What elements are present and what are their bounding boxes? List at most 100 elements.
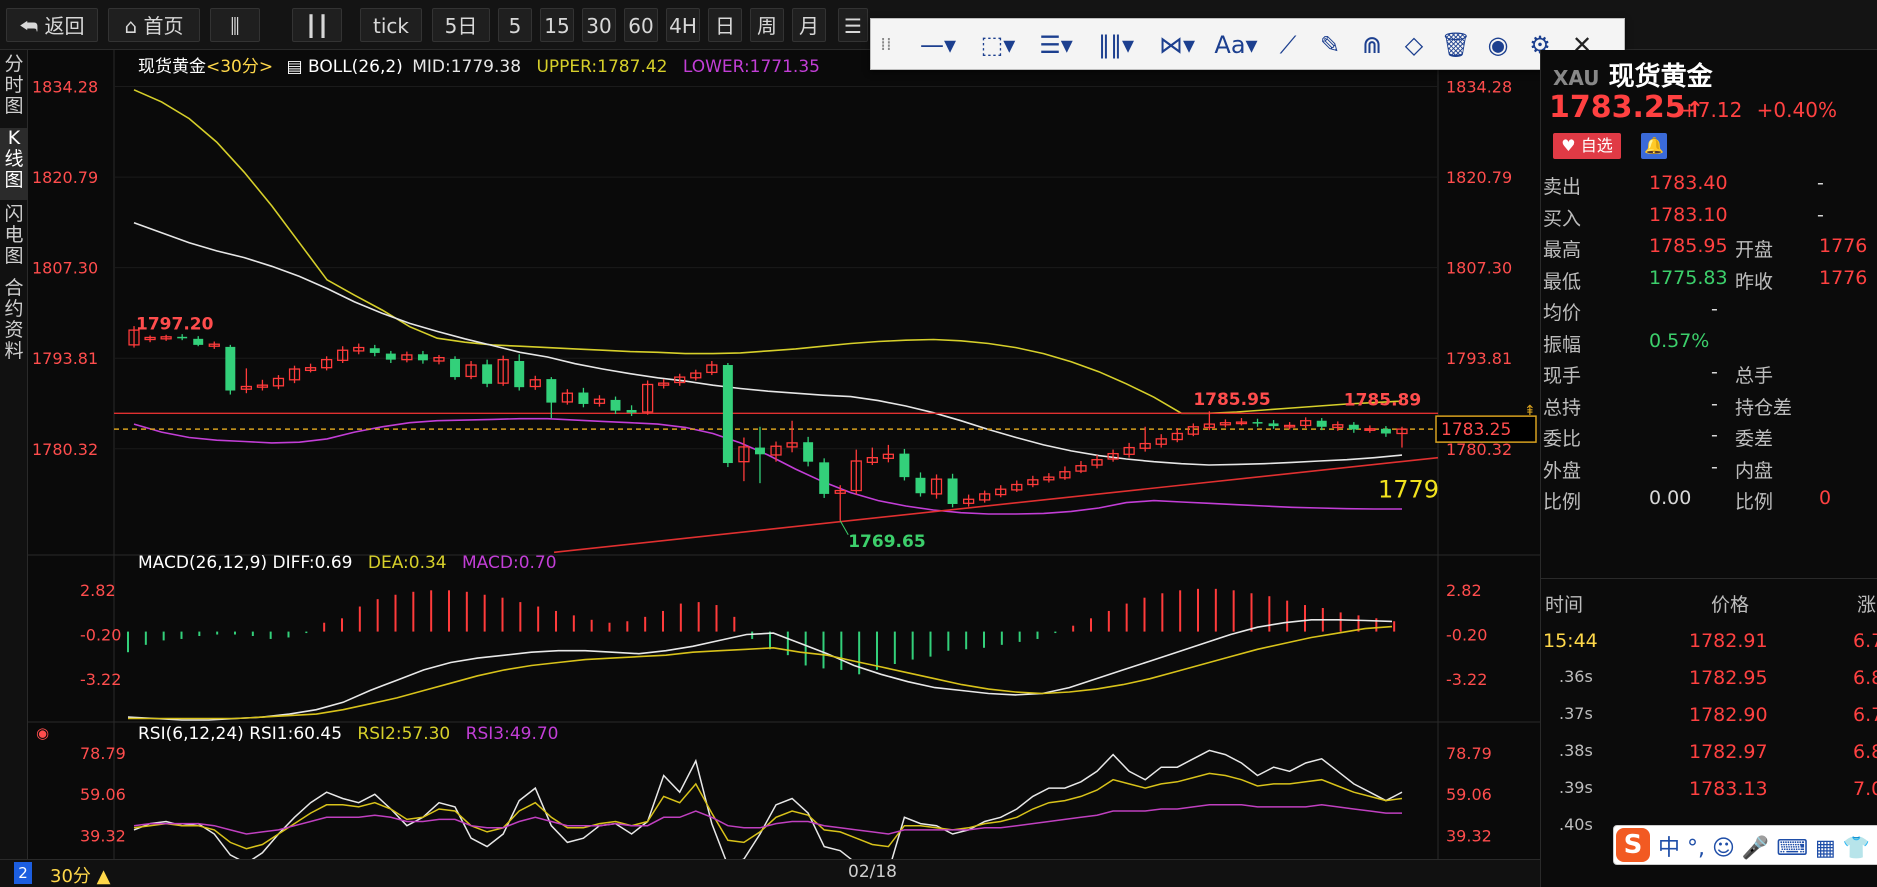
candle-body-down [1380, 428, 1391, 434]
alert-bell-button[interactable]: 🔔 [1641, 133, 1667, 159]
period-60[interactable]: 60 [624, 8, 658, 42]
home-icon: ⌂ [124, 14, 144, 38]
line-chart-button[interactable]: ⫼ [210, 8, 260, 42]
quote-value: 1775.83 [1649, 266, 1728, 289]
grip-icon[interactable]: ⁞⁞ [877, 28, 895, 62]
period-30[interactable]: 30 [582, 8, 616, 42]
pattern-tool-icon[interactable]: ⋈▾ [1149, 28, 1205, 62]
period-day[interactable]: 日 [708, 8, 742, 42]
quote-value: 1783.10 [1649, 203, 1728, 226]
channel-tool-icon[interactable]: ‖‖▾ [1089, 28, 1143, 62]
y-tick-right: 1793.81 [1446, 349, 1512, 368]
list-icon: ☰ [844, 14, 862, 38]
macd-dea-line [128, 625, 1393, 720]
period-indicator[interactable]: 30分 ▲ [50, 862, 110, 887]
chart-svg[interactable]: 1834.28 1834.28 1820.79 1820.79 1807.30 1807.… [28, 50, 1540, 887]
back-button[interactable]: ⮪ 返回 [6, 8, 98, 42]
period-month[interactable]: 月 [792, 8, 826, 42]
candle-body-down [1252, 422, 1263, 424]
macd-diff-line [127, 619, 1393, 721]
bell-icon: 🔔 [1644, 136, 1664, 155]
period-4h[interactable]: 4H [666, 8, 700, 42]
ime-logo-icon: S [1616, 828, 1650, 862]
boll-lower-line [133, 417, 1402, 515]
period-tick[interactable]: tick [360, 8, 422, 42]
trash-icon[interactable]: 🗑 [1439, 28, 1473, 62]
rsi-y-tick-right: 59.06 [1446, 785, 1492, 804]
tab-flash[interactable]: 闪电图 [0, 204, 28, 274]
ime-toolbar[interactable]: S 中 °, ☺ 🎤 ⌨ ▦ 👕 [1613, 825, 1877, 865]
candle-body-down [546, 379, 557, 403]
y-tick-right: 1834.28 [1446, 78, 1512, 97]
y-tick-left: 1793.81 [32, 349, 98, 368]
candle-body-down [225, 346, 236, 391]
window-badge[interactable]: 2 [14, 862, 32, 884]
pen-icon[interactable]: ✎ [1313, 28, 1347, 62]
high-annotation-right-2: 1785.89 [1344, 390, 1421, 410]
trading-app: ⮪ 返回 ⌂ 首页 ⫼ ┃┃ tick 5日 5 15 30 60 4H 日 周… [0, 0, 1877, 887]
ruler-icon[interactable]: ⟋ [1271, 28, 1305, 62]
ticks-header-time: 时间 [1545, 594, 1584, 616]
bottom-bar: 2 30分 ▲ 02/18 [0, 859, 1540, 887]
rsi-settings-icon[interactable]: ◉ [36, 724, 49, 742]
left-tabs: 分时图 K线图 闪电图 合约资料 [0, 50, 28, 887]
tick-price: 1782.90 [1689, 704, 1768, 726]
main-chart-header: 现货黄金<30分> ▤ BOLL(26,2) MID:1779.38 UPPER… [138, 57, 820, 77]
candle-body-down [385, 353, 396, 360]
tick-vol: 6.8 [1853, 667, 1877, 689]
quote-value: - [1711, 424, 1718, 446]
quote-label: 比例 [1543, 491, 1582, 513]
tab-contract-info[interactable]: 合约资料 [0, 278, 28, 370]
boll-upper-line [133, 89, 1403, 415]
quote-label: 买入 [1543, 207, 1582, 230]
high-annotation-left: 1797.20 [136, 314, 214, 334]
quote-value: - [1711, 298, 1718, 320]
period-5[interactable]: 5 [498, 8, 532, 42]
line-tool-icon[interactable]: —▾ [909, 28, 967, 62]
text-tool-icon[interactable]: Aa▾ [1209, 28, 1263, 62]
quote-value: - [1711, 392, 1718, 415]
candle-body-down [177, 336, 188, 339]
quote-value-2: 1776 [1819, 266, 1868, 289]
candle-body-down [915, 477, 926, 494]
period-week[interactable]: 周 [750, 8, 784, 42]
heart-icon: ♥ [1561, 136, 1576, 155]
tick-price: 1782.91 [1689, 630, 1768, 652]
rsi-y-tick-left: 39.32 [80, 826, 126, 845]
tick-vol: 6.7 [1853, 630, 1877, 652]
candle-chart-icon: ┃┃ [304, 14, 330, 38]
list-menu-button[interactable]: ☰ [838, 8, 868, 42]
quote-value-2: - [1817, 172, 1824, 194]
quote-label: 现手 [1543, 365, 1582, 387]
candle-body-down [482, 364, 493, 384]
shape-tool-icon[interactable]: ⬚▾ [971, 28, 1025, 62]
quote-label-2: 持仓差 [1735, 396, 1793, 419]
y-tick-left: 1834.28 [32, 78, 98, 97]
quote-value: 0.00 [1649, 487, 1692, 509]
tick-vol: 7.0 [1853, 778, 1877, 800]
candle-body-down [1268, 423, 1279, 427]
macd-header: MACD(26,12,9) DIFF:0.69 DEA:0.34 MACD:0.… [138, 553, 557, 573]
eye-icon[interactable]: ◉ [1481, 28, 1515, 62]
magnet-icon[interactable]: ⋒ [1355, 28, 1389, 62]
candle-body-down [626, 409, 637, 413]
period-15[interactable]: 15 [540, 8, 574, 42]
period-5d[interactable]: 5日 [432, 8, 490, 42]
tick-price: 1782.97 [1689, 741, 1768, 763]
candle-body-down [803, 442, 814, 462]
drawing-toolbar: ⁞⁞ —▾ ⬚▾ ☰▾ ‖‖▾ ⋈▾ Aa▾ ⟋ ✎ ⋒ ◇ 🗑 ◉ ⚙ ✕ [870, 18, 1625, 70]
favorite-button[interactable]: ♥ 自选 [1553, 133, 1621, 159]
rsi-line-1 [133, 749, 1403, 873]
candle-body-down [610, 399, 621, 411]
chart-area[interactable]: 1834.28 1834.28 1820.79 1820.79 1807.30 1807.… [28, 50, 1540, 887]
quote-label: 卖出 [1543, 176, 1582, 198]
ime-icons: 中 °, ☺ 🎤 ⌨ ▦ 👕 [1658, 836, 1871, 861]
candle-body-down [899, 453, 910, 478]
eraser-icon[interactable]: ◇ [1397, 28, 1431, 62]
tab-timeshare[interactable]: 分时图 [0, 54, 28, 124]
home-button[interactable]: ⌂ 首页 [108, 8, 200, 42]
fib-tool-icon[interactable]: ☰▾ [1029, 28, 1083, 62]
tab-kline[interactable]: K线图 [0, 128, 28, 200]
candle-chart-button[interactable]: ┃┃ [292, 8, 342, 42]
quote-label-2: 比例 [1735, 491, 1774, 513]
